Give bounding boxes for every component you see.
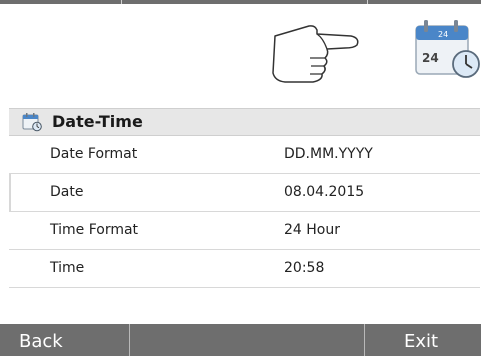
setting-value: 08.04.2015 <box>284 184 365 200</box>
back-button-label: Back <box>19 331 63 352</box>
date-time-panel: Date-Time Date Format DD.MM.YYYY Date 08… <box>9 108 480 324</box>
setting-value: 24 Hour <box>284 222 340 238</box>
setting-label: Date Format <box>50 146 138 162</box>
exit-button[interactable]: Exit <box>365 324 481 356</box>
setting-row-date[interactable]: Date 08.04.2015 <box>9 174 480 212</box>
setting-row-date-format[interactable]: Date Format DD.MM.YYYY <box>9 136 480 174</box>
calendar-clock-icon[interactable]: 24 24 <box>414 18 481 80</box>
middle-button[interactable] <box>130 324 364 356</box>
calendar-clock-icon <box>22 112 42 132</box>
setting-row-time[interactable]: Time 20:58 <box>9 250 480 288</box>
setting-label: Date <box>50 184 84 200</box>
setting-label: Time Format <box>50 222 139 238</box>
exit-button-label: Exit <box>404 331 439 352</box>
top-strip-divider <box>367 0 368 4</box>
calendar-number: 24 <box>422 51 439 65</box>
setting-value: DD.MM.YYYY <box>284 146 373 162</box>
top-strip-divider <box>121 0 122 4</box>
calendar-small-number: 24 <box>438 30 448 39</box>
top-strip <box>0 0 481 4</box>
setting-label: Time <box>50 260 85 276</box>
setting-row-time-format[interactable]: Time Format 24 Hour <box>9 212 480 250</box>
panel-title: Date-Time <box>52 112 143 131</box>
back-button[interactable]: Back <box>0 324 129 356</box>
bottom-button-bar: Back Exit <box>0 324 481 356</box>
setting-value: 20:58 <box>284 260 325 276</box>
pointing-hand-icon <box>265 18 385 92</box>
panel-header: Date-Time <box>9 108 480 136</box>
